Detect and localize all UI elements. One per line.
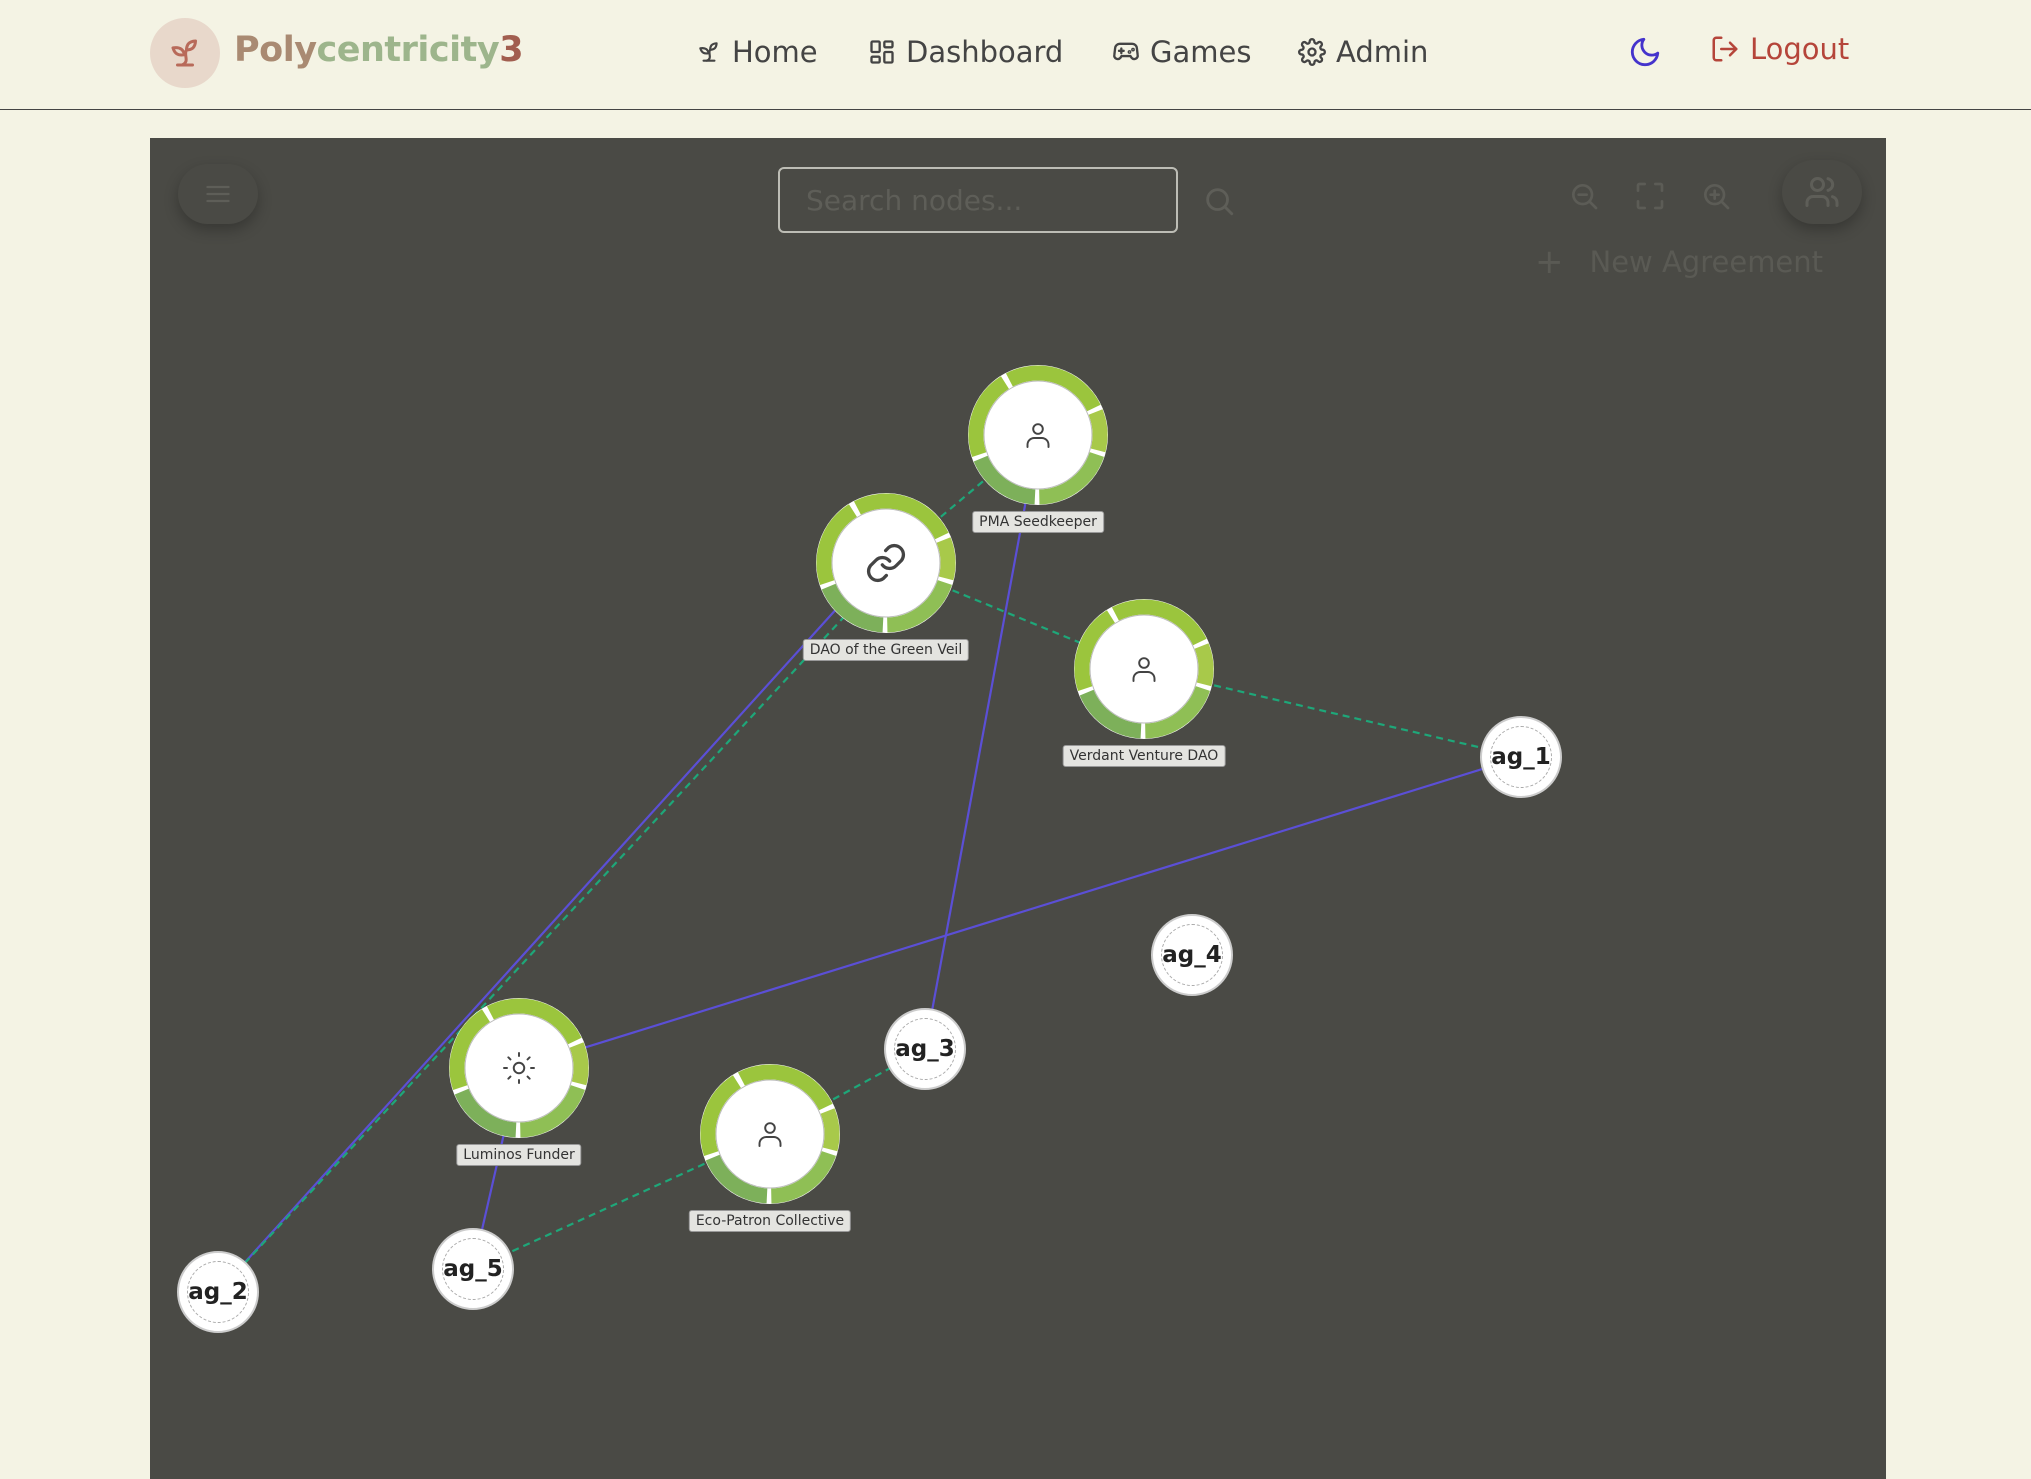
actor-ring-segment	[569, 1042, 589, 1086]
brand-word-poly: Poly	[234, 30, 317, 70]
actors-panel-button[interactable]	[1782, 160, 1862, 224]
agreement-label: ag_1	[1491, 744, 1551, 770]
actor-node-pma[interactable]	[968, 365, 1108, 505]
theme-toggle-button[interactable]	[1628, 35, 1662, 73]
actor-node-luminos[interactable]	[449, 998, 589, 1138]
nav-admin-label: Admin	[1336, 35, 1429, 69]
plus-icon: +	[1535, 242, 1564, 282]
brand-version: 3	[499, 30, 524, 70]
agreement-node-ag4[interactable]: ag_4	[1151, 914, 1233, 996]
moon-icon	[1630, 37, 1660, 67]
brand-name[interactable]: Polycentricity3	[234, 30, 524, 70]
new-agreement-button[interactable]: + New Agreement	[1535, 242, 1823, 282]
zoom-out-button[interactable]	[1568, 180, 1600, 216]
sprout-icon	[171, 39, 197, 67]
network-graph[interactable]	[150, 138, 1886, 1479]
agreement-label: ag_3	[895, 1036, 955, 1062]
edge-ag1-luminos-solid[interactable]	[518, 755, 1522, 1070]
search-button[interactable]	[1202, 184, 1236, 222]
search-input[interactable]	[778, 167, 1178, 233]
actor-node-core	[464, 1013, 574, 1123]
new-agreement-label: New Agreement	[1589, 245, 1824, 279]
search-icon	[1206, 188, 1234, 216]
actor-node-core	[715, 1079, 825, 1189]
actor-label-pma: PMA Seedkeeper	[972, 511, 1104, 533]
actor-node-eco[interactable]	[700, 1064, 840, 1204]
actor-node-core	[983, 380, 1093, 490]
zoom-in-button[interactable]	[1700, 180, 1732, 216]
actor-node-core	[1089, 614, 1199, 724]
zoom-in-icon	[1704, 184, 1730, 210]
fit-view-button[interactable]	[1634, 180, 1666, 216]
agreement-node-ag2[interactable]: ag_2	[177, 1251, 259, 1333]
agreement-label: ag_4	[1162, 942, 1222, 968]
actor-ring-segment	[820, 1108, 840, 1152]
logo[interactable]	[150, 18, 220, 88]
actor-ring-segment	[1194, 643, 1214, 687]
menu-button[interactable]	[178, 164, 258, 224]
actor-node-dao[interactable]	[816, 493, 956, 633]
actor-label-verdant: Verdant Venture DAO	[1062, 745, 1226, 767]
logout-label: Logout	[1750, 32, 1850, 66]
top-navbar: Polycentricity3 Home Dashboard Games Adm…	[0, 0, 2031, 110]
agreement-label: ag_2	[188, 1279, 248, 1305]
actor-node-core	[831, 508, 941, 618]
brand-word-centricity: centricity	[316, 30, 500, 70]
actor-label-eco: Eco-Patron Collective	[688, 1210, 852, 1232]
nav-home-label: Home	[732, 35, 818, 69]
dashboard-icon	[870, 40, 894, 64]
nav-dashboard-label: Dashboard	[906, 35, 1064, 69]
agreement-node-ag3[interactable]: ag_3	[884, 1008, 966, 1090]
graph-canvas[interactable]: + New Agreement PMA Seedkeeper DAO of the…	[150, 138, 1886, 1479]
actor-node-verdant[interactable]	[1074, 599, 1214, 739]
agreement-label: ag_5	[443, 1256, 503, 1282]
fullscreen-icon	[1636, 182, 1664, 210]
nav-games[interactable]: Games	[1112, 32, 1251, 72]
gear-icon	[1298, 38, 1326, 66]
menu-icon	[206, 185, 230, 203]
agreement-node-ag1[interactable]: ag_1	[1480, 716, 1562, 798]
nav-games-label: Games	[1150, 35, 1252, 69]
nav-admin[interactable]: Admin	[1298, 32, 1428, 72]
gamepad-icon	[1113, 42, 1139, 61]
actor-ring-segment	[936, 537, 956, 581]
actor-label-luminos: Luminos Funder	[456, 1144, 582, 1166]
sprout-icon	[699, 42, 718, 62]
logout-button[interactable]: Logout	[1710, 32, 1849, 66]
actor-ring-segment	[1088, 409, 1108, 453]
users-icon	[1805, 177, 1839, 207]
logout-icon	[1712, 36, 1738, 62]
actor-label-dao: DAO of the Green Veil	[802, 639, 970, 661]
agreement-node-ag5[interactable]: ag_5	[432, 1228, 514, 1310]
zoom-out-icon	[1572, 184, 1598, 210]
nav-home[interactable]: Home	[696, 32, 818, 72]
nav-dashboard[interactable]: Dashboard	[868, 32, 1063, 72]
